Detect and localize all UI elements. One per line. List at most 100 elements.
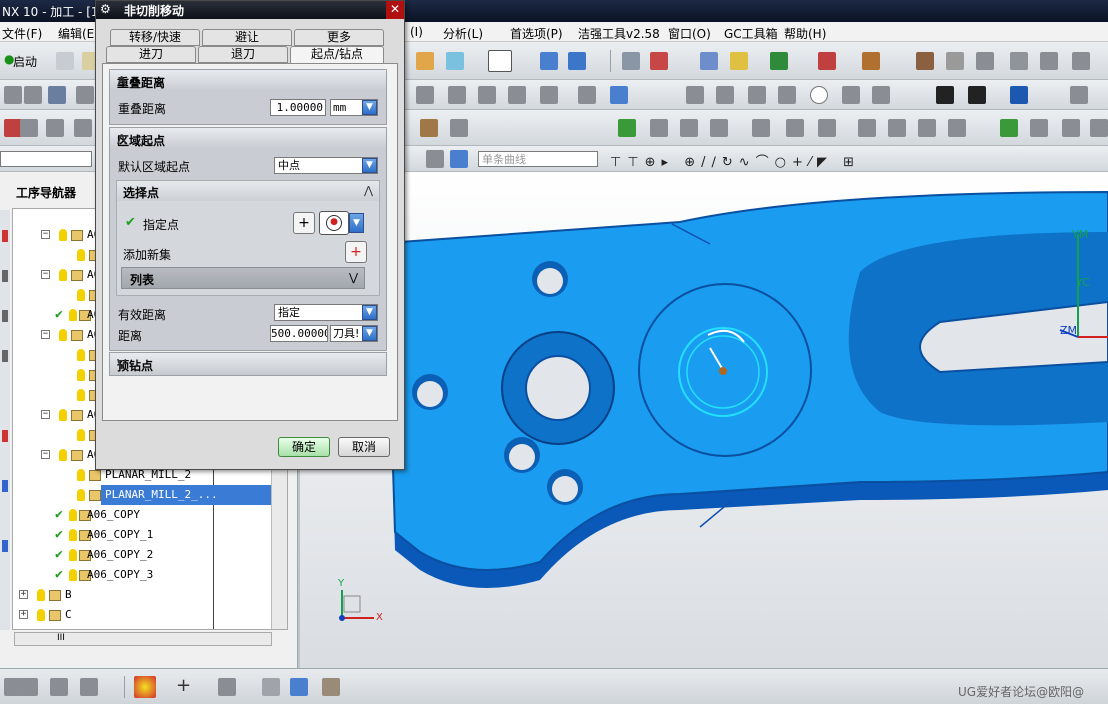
feat-icon-9[interactable] [680,119,698,137]
plane-icon[interactable] [218,678,236,696]
feat-icon-3[interactable] [46,119,64,137]
op-icon-3[interactable] [48,86,66,104]
ok-button[interactable]: 确定 [278,437,330,457]
tab-retract[interactable]: 退刀 [198,46,288,63]
operation-navigator-icon[interactable] [622,52,640,70]
tab-transfer-rapid[interactable]: 转移/快速 [110,29,200,46]
tab-start-drill-points[interactable]: 起点/钻点 [290,46,384,63]
body-icon[interactable] [946,52,964,70]
resource-icon-4[interactable] [2,350,8,362]
op-icon-8[interactable] [508,86,526,104]
feat-icon-12[interactable] [786,119,804,137]
op-icon-19[interactable] [936,86,954,104]
op-icon-2[interactable] [24,86,42,104]
tree-row[interactable]: + B [13,585,285,605]
measure-icon[interactable] [862,52,880,70]
resource-icon-2[interactable] [2,270,8,282]
feat-icon-17[interactable] [948,119,966,137]
chevron-down-icon[interactable]: ▼ [362,305,377,320]
menu-window[interactable]: 窗口(O) [668,25,711,42]
analysis-icon[interactable] [134,676,156,698]
block-icon[interactable] [290,678,308,696]
graphics-viewport[interactable]: YM YC ZM Y X [300,172,1108,668]
feature-icon[interactable] [916,52,934,70]
menu-jieqiang-tools[interactable]: 洁强工具v2.58 [578,25,660,42]
feat-icon-4[interactable] [74,119,92,137]
op-icon-15[interactable] [778,86,796,104]
expand-toggle-icon[interactable]: + [19,590,28,599]
tree-row[interactable]: ✔ A06_COPY_2 [13,545,285,565]
extrude-icon[interactable] [1010,52,1028,70]
post-process-icon[interactable] [818,52,836,70]
feat-icon-8[interactable] [650,119,668,137]
menu-edit[interactable]: 编辑(E) [58,25,99,42]
expand-icon[interactable]: ⋁ [349,271,358,284]
feat-icon-7[interactable] [618,119,636,137]
sweep-icon[interactable] [1040,52,1058,70]
menu-gc-toolkit[interactable]: GC工具箱 [724,25,778,42]
menu-help[interactable]: 帮助(H) [784,25,826,42]
resource-icon-6[interactable] [2,480,8,492]
select-icon-1[interactable] [426,150,444,168]
resource-icon-7[interactable] [2,540,8,552]
op-icon-14[interactable] [748,86,766,104]
close-icon[interactable]: ✕ [386,1,404,19]
menu-insert[interactable]: (I) [410,25,423,39]
collapse-icon[interactable]: ⋀ [117,74,380,87]
feat-icon-14[interactable] [858,119,876,137]
feat-icon-16[interactable] [918,119,936,137]
op-icon-5[interactable] [416,86,434,104]
start-button[interactable]: 启动 [13,53,37,70]
bottom-icon-4[interactable] [80,678,98,696]
op-icon-18[interactable] [872,86,890,104]
expand-toggle-icon[interactable]: − [41,230,50,239]
tab-more[interactable]: 更多 [294,29,384,46]
verify-icon[interactable] [770,52,788,70]
bottom-icon-2[interactable] [20,678,38,696]
feat-icon-6[interactable] [450,119,468,137]
create-program-icon[interactable] [416,52,434,70]
resource-icon-1[interactable] [2,230,8,242]
tab-engage[interactable]: 进刀 [106,46,196,63]
feat-icon-19[interactable] [1030,119,1048,137]
op-icon-6[interactable] [448,86,466,104]
expand-icon[interactable]: ⋁ [117,357,380,370]
curve-rule-select[interactable]: 单条曲线 [478,151,598,167]
feat-icon-10[interactable] [710,119,728,137]
point-inference-select[interactable]: ● [319,211,349,235]
op-icon-13[interactable] [716,86,734,104]
tree-row[interactable]: ✔ A06_COPY [13,505,285,525]
select-points-header[interactable]: 选择点 ⋀ [117,181,379,201]
op-icon-12[interactable] [686,86,704,104]
chevron-down-icon[interactable]: ▼ [362,158,377,173]
snap-icons[interactable]: ⊤⊤⊕▸ ⊕/∕↻∿⌒○+⁄◤ ⊞ [610,151,860,170]
create-method-icon[interactable] [568,52,586,70]
overlap-distance-header[interactable]: 重叠距离 ⋀ [110,70,386,91]
type-filter-select[interactable] [0,151,92,167]
tool-list-icon[interactable] [650,52,668,70]
feat-icon-13[interactable] [818,119,836,137]
predrill-points-header[interactable]: 预钻点 ⋁ [110,353,386,374]
display-mode-icon[interactable] [488,50,512,72]
csys-icon[interactable] [262,678,280,696]
point-icon[interactable]: + [176,675,191,696]
op-icon-1[interactable] [4,86,22,104]
tree-row[interactable]: ✔ A06_COPY_1 [13,525,285,545]
blend-icon[interactable] [1072,52,1090,70]
op-icon-4[interactable] [76,86,94,104]
chevron-down-icon[interactable]: ▼ [362,326,377,341]
generate-path-icon[interactable] [700,52,718,70]
tree-row[interactable]: + C [13,605,285,625]
menu-analysis[interactable]: 分析(L) [443,25,483,42]
list-header[interactable]: 列表 ⋁ [121,267,365,289]
overlap-distance-input[interactable]: 1.00000 [270,99,326,116]
tab-avoidance[interactable]: 避让 [202,29,292,46]
op-icon-16[interactable] [810,86,828,104]
op-icon-11[interactable] [610,86,628,104]
tree-row[interactable]: ✔ A06_COPY_3 [13,565,285,585]
cancel-button[interactable]: 取消 [338,437,390,457]
create-tool-icon[interactable] [446,52,464,70]
point-dialog-icon[interactable]: + [293,212,315,234]
feat-icon-18[interactable] [1000,119,1018,137]
expand-toggle-icon[interactable]: − [41,330,50,339]
